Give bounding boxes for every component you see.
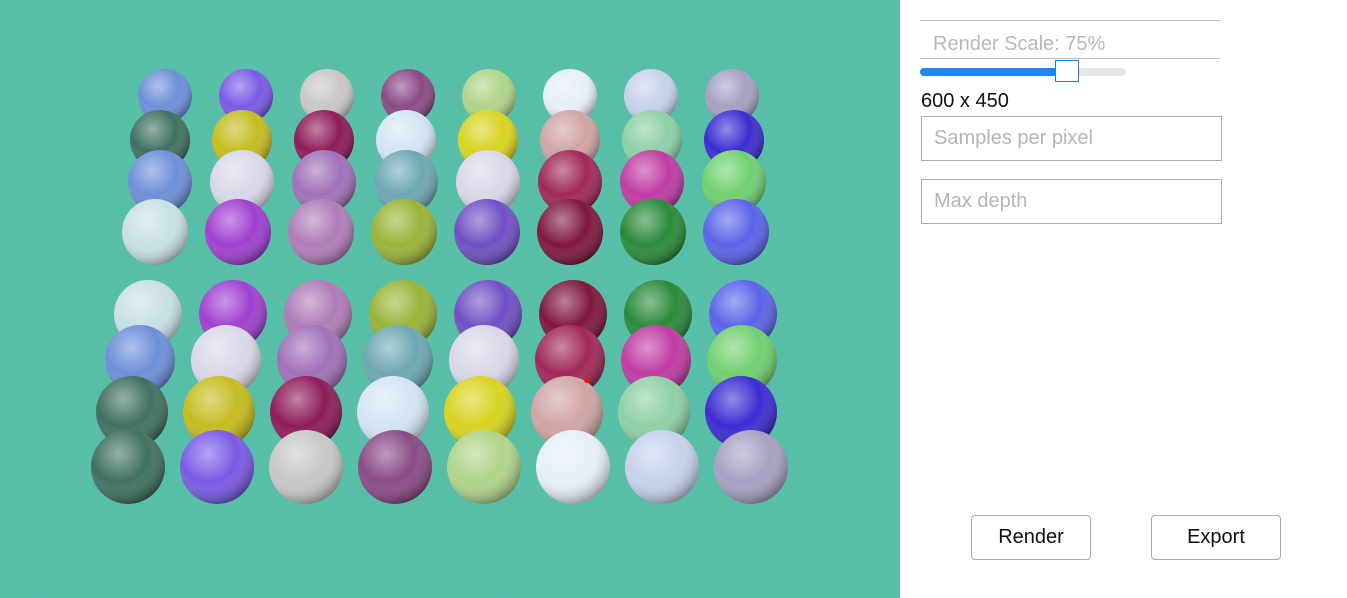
sphere-shading [122,199,188,265]
sphere-shading [703,199,769,265]
sphere-shading [371,199,437,265]
sphere-shading [288,199,354,265]
render-scale-slider[interactable] [920,60,1126,82]
sphere-shading [205,199,271,265]
sphere-shading [358,430,432,504]
resolution-text: 600 x 450 [921,90,1009,112]
sphere-shading [620,199,686,265]
render-scale-label: Render Scale: 75% [933,33,1106,55]
slider-fill [920,68,1067,76]
export-button[interactable]: Export [1151,515,1281,560]
divider-scale [920,58,1220,59]
sphere-shading [537,199,603,265]
control-panel: Render Scale: 75% 600 x 450 Render Expor… [900,0,1347,598]
sphere-shading [454,199,520,265]
sphere-shading [625,430,699,504]
sphere-shading [714,430,788,504]
render-output-canvas [0,0,900,598]
samples-per-pixel-input[interactable] [921,116,1222,161]
sphere-shading [180,430,254,504]
center-marker [584,377,590,383]
sphere-shading [269,430,343,504]
sphere-shading [91,430,165,504]
divider-top [920,20,1220,21]
slider-thumb[interactable] [1055,60,1079,82]
render-viewport [0,0,900,598]
sphere-shading [536,430,610,504]
render-button[interactable]: Render [971,515,1091,560]
sphere-shading [447,430,521,504]
max-depth-input[interactable] [921,179,1222,224]
